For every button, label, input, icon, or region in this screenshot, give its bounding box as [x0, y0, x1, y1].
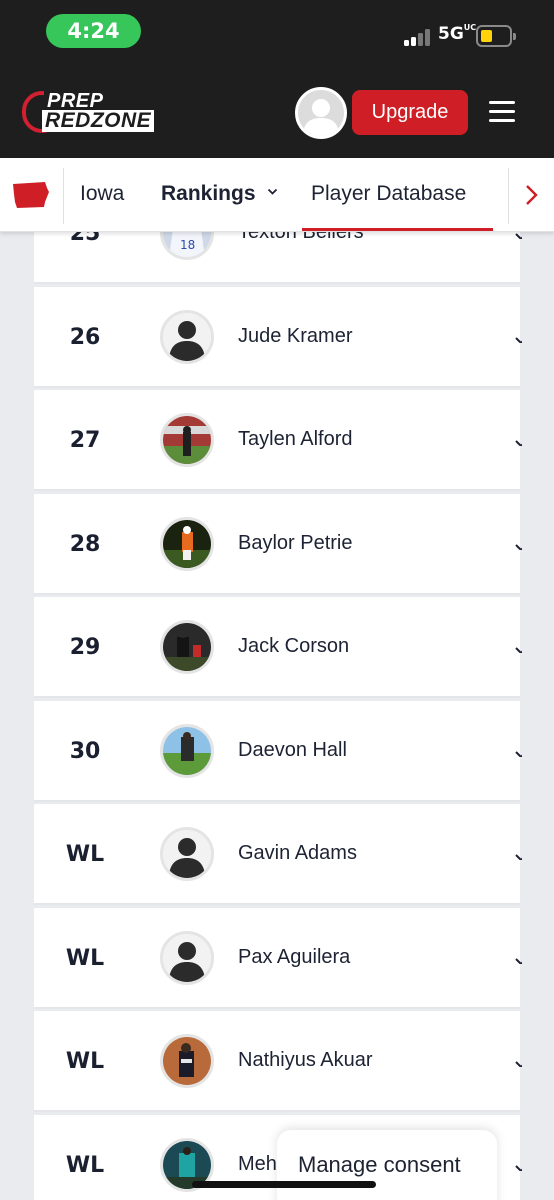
iowa-state-icon[interactable] — [12, 180, 50, 210]
prep-redzone-logo[interactable]: PREP REDZONE — [20, 90, 155, 136]
player-placeholder-avatar[interactable] — [160, 309, 214, 364]
player-thumbnail-image — [163, 1037, 211, 1085]
player-row[interactable]: WL Gavin Adams — [34, 804, 522, 905]
hamburger-menu-icon[interactable] — [486, 96, 518, 128]
nav-divider-right — [508, 168, 509, 224]
player-placeholder-avatar[interactable] — [160, 827, 214, 881]
chevron-down-icon[interactable] — [514, 436, 522, 446]
user-silhouette-icon — [163, 312, 211, 361]
player-row[interactable]: 26 Jude Kramer — [34, 286, 522, 388]
player-photo[interactable] — [160, 1034, 214, 1088]
user-avatar[interactable] — [295, 87, 347, 139]
player-thumbnail-image — [163, 726, 211, 775]
player-rank: WL — [65, 842, 105, 867]
player-list: 25 18 Texton Bellers 26 Jude Kramer 27 Taylen … — [0, 183, 554, 1200]
chevron-down-icon[interactable] — [514, 954, 522, 964]
nav-rankings-dropdown[interactable]: Rankings — [161, 180, 278, 208]
player-name[interactable]: Jack Corson — [238, 635, 349, 658]
player-rank: 27 — [69, 428, 101, 453]
player-photo[interactable] — [160, 516, 214, 571]
manage-consent-label: Manage consent — [298, 1152, 461, 1177]
chevron-right-icon[interactable] — [520, 182, 542, 208]
player-thumbnail-image — [163, 416, 211, 464]
home-indicator[interactable] — [192, 1181, 376, 1188]
status-bar: 4:24 5GUC — [0, 0, 554, 66]
network-type: 5G — [438, 24, 464, 44]
player-name[interactable]: Mehi — [238, 1153, 281, 1176]
player-rank: 28 — [69, 531, 101, 557]
chevron-down-icon[interactable] — [514, 747, 522, 757]
user-silhouette-icon — [303, 99, 339, 136]
logo-text-bottom: REDZONE — [42, 110, 155, 132]
player-placeholder-avatar[interactable] — [160, 930, 214, 985]
player-name[interactable]: Nathiyus Akuar — [238, 1049, 373, 1072]
nav-rankings-label: Rankings — [161, 182, 256, 205]
network-indicator: 5GUC — [438, 23, 477, 44]
svg-text:18: 18 — [180, 238, 195, 252]
player-rank: WL — [65, 945, 105, 971]
site-header: PREP REDZONE Upgrade — [0, 66, 554, 158]
player-name[interactable]: Daevon Hall — [238, 739, 347, 762]
player-row[interactable]: 29 Jack Corson — [34, 597, 522, 698]
status-time: 4:24 — [46, 14, 141, 48]
chevron-down-icon[interactable] — [514, 643, 522, 653]
nav-state-iowa[interactable]: Iowa — [80, 180, 124, 208]
sub-navigation: Iowa Rankings Player Database — [0, 158, 554, 232]
chevron-down-icon[interactable] — [514, 1057, 522, 1067]
player-rank: 30 — [69, 738, 101, 764]
player-name[interactable]: Taylen Alford — [238, 428, 353, 451]
player-name[interactable]: Baylor Petrie — [238, 532, 353, 555]
chevron-down-icon[interactable] — [514, 850, 522, 860]
battery-icon — [476, 25, 516, 47]
chevron-down-icon[interactable] — [514, 1161, 522, 1171]
user-silhouette-icon — [163, 830, 211, 878]
active-tab-indicator — [302, 228, 493, 231]
player-rank: 26 — [69, 324, 101, 350]
player-thumbnail-image — [163, 519, 211, 568]
player-row[interactable]: 30 Daevon Hall — [34, 700, 522, 802]
player-rank: WL — [65, 1049, 105, 1074]
manage-consent-button[interactable]: Manage consent — [277, 1130, 497, 1200]
nav-player-database[interactable]: Player Database — [311, 180, 466, 208]
player-row[interactable]: WL Nathiyus Akuar — [34, 1011, 522, 1112]
player-row[interactable]: WL Pax Aguilera — [34, 907, 522, 1009]
player-row[interactable]: 27 Taylen Alford — [34, 390, 522, 491]
player-thumbnail-image — [163, 623, 211, 671]
network-type-sup: UC — [463, 23, 477, 32]
player-name[interactable]: Gavin Adams — [238, 842, 357, 865]
player-photo[interactable] — [160, 413, 214, 467]
player-photo[interactable] — [160, 620, 214, 674]
chevron-down-icon[interactable] — [514, 333, 522, 343]
player-rank: 29 — [69, 635, 101, 660]
player-name[interactable]: Jude Kramer — [238, 325, 353, 348]
chevron-down-icon[interactable] — [514, 540, 522, 550]
chevron-down-icon — [268, 189, 278, 196]
player-photo[interactable] — [160, 723, 214, 778]
cellular-signal-icon — [404, 28, 434, 46]
player-row[interactable]: 28 Baylor Petrie — [34, 493, 522, 595]
nav-divider — [63, 168, 64, 224]
player-rank: WL — [65, 1152, 105, 1178]
player-name[interactable]: Pax Aguilera — [238, 946, 350, 969]
user-silhouette-icon — [163, 933, 211, 982]
upgrade-button[interactable]: Upgrade — [352, 90, 468, 135]
